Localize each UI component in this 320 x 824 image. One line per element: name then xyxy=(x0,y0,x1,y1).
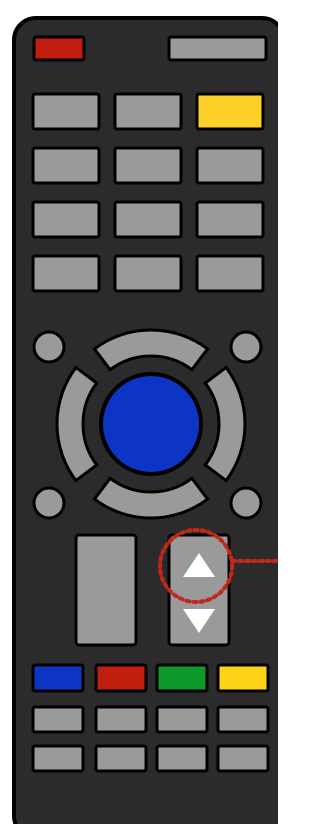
keypad-button-r4-c1[interactable] xyxy=(31,254,101,293)
bottom-button-r1-c3[interactable] xyxy=(155,705,209,734)
volume-rocker[interactable] xyxy=(74,533,138,647)
green-color-button[interactable] xyxy=(155,663,209,693)
keypad-button-r3-c2[interactable] xyxy=(113,200,183,239)
bottom-button-r2-c3[interactable] xyxy=(155,744,209,773)
bottom-button-r1-c4[interactable] xyxy=(216,705,270,734)
blue-color-button[interactable] xyxy=(31,663,85,693)
function-button[interactable] xyxy=(167,35,268,62)
remote-control xyxy=(12,16,278,824)
keypad-button-r3-c3[interactable] xyxy=(195,200,265,239)
red-color-button[interactable] xyxy=(94,663,148,693)
keypad-button-r4-c3[interactable] xyxy=(195,254,265,293)
keypad-button-r4-c2[interactable] xyxy=(113,254,183,293)
corner-button-bottom-right[interactable] xyxy=(229,486,263,520)
keypad-button-r2-c2[interactable] xyxy=(113,146,183,185)
bottom-button-r2-c4[interactable] xyxy=(216,744,270,773)
keypad-button-r3-c1[interactable] xyxy=(31,200,101,239)
corner-button-bottom-left[interactable] xyxy=(32,486,66,520)
corner-button-top-right[interactable] xyxy=(229,330,263,364)
yellow-color-button[interactable] xyxy=(216,663,270,693)
corner-button-top-left[interactable] xyxy=(32,330,66,364)
keypad-button-r1-c2[interactable] xyxy=(113,92,183,131)
power-button[interactable] xyxy=(32,35,86,62)
keypad-button-r2-c1[interactable] xyxy=(31,146,101,185)
keypad-button-r1-c1[interactable] xyxy=(31,92,101,131)
keypad-button-r1-c3[interactable] xyxy=(195,92,265,131)
bottom-button-r2-c2[interactable] xyxy=(94,744,148,773)
bottom-button-r1-c1[interactable] xyxy=(31,705,85,734)
keypad-button-r2-c3[interactable] xyxy=(195,146,265,185)
bottom-button-r2-c1[interactable] xyxy=(31,744,85,773)
bottom-button-r1-c2[interactable] xyxy=(94,705,148,734)
ok-button[interactable] xyxy=(99,372,203,476)
